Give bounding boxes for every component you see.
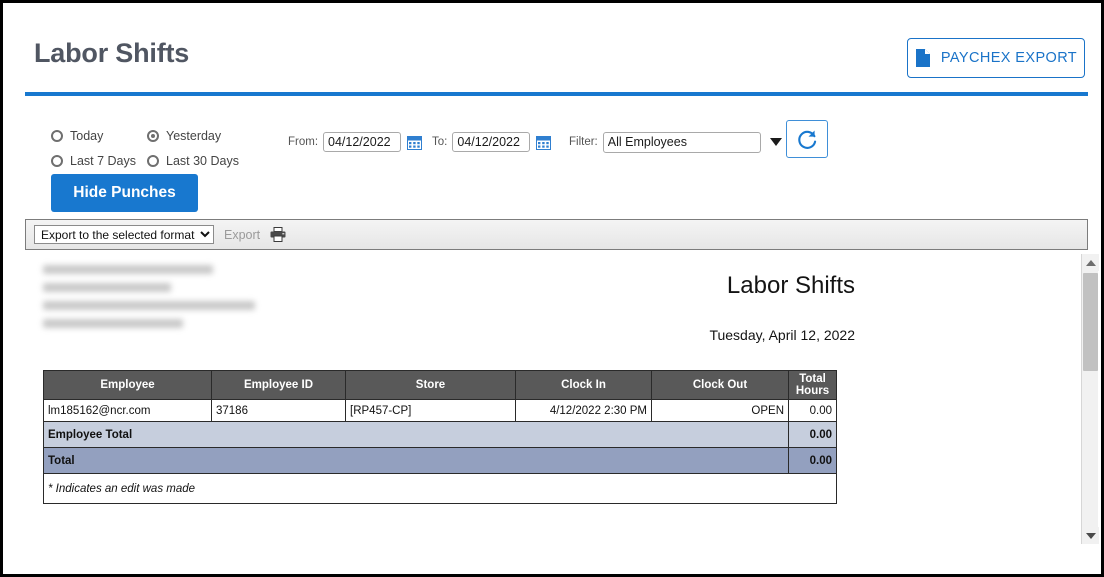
from-date-input[interactable] xyxy=(323,132,402,152)
vertical-scrollbar[interactable] xyxy=(1081,254,1099,544)
employee-total-value: 0.00 xyxy=(788,421,837,448)
total-hours-line-2: Hours xyxy=(795,385,830,397)
employee-total-row: Employee Total 0.00 xyxy=(43,421,837,448)
table-header: Employee Employee ID Store Clock In Cloc… xyxy=(43,370,837,400)
address-line-3 xyxy=(43,301,255,310)
radio-yesterday-icon[interactable] xyxy=(147,129,159,142)
to-date-input[interactable] xyxy=(452,132,531,152)
radio-last-7-days-icon[interactable] xyxy=(51,154,63,167)
scrollbar-thumb[interactable] xyxy=(1083,273,1098,371)
filter-panel: Today Yesterday Last 7 Days Last 30 Days xyxy=(3,99,1101,214)
filter-label: Filter: xyxy=(569,136,598,148)
file-icon xyxy=(915,48,931,68)
radio-row-2: Last 7 Days Last 30 Days xyxy=(51,148,281,173)
refresh-button[interactable] xyxy=(786,120,828,158)
filter-input[interactable] xyxy=(602,131,761,153)
report-viewer: Labor Shifts Tuesday, April 12, 2022 Emp… xyxy=(25,254,1088,544)
grand-total-label: Total xyxy=(43,447,789,474)
hide-punches-button[interactable]: Hide Punches xyxy=(51,174,198,212)
cell-total-hours: 0.00 xyxy=(788,399,837,422)
radio-option-last-7-days[interactable]: Last 7 Days xyxy=(51,154,147,168)
grand-total-row: Total 0.00 xyxy=(43,447,837,474)
radio-today-label: Today xyxy=(70,128,104,143)
export-toolbar: Export to the selected format Export xyxy=(25,219,1088,250)
chevron-up-icon xyxy=(1085,259,1096,266)
refresh-icon xyxy=(797,129,818,150)
radio-last-30-days-icon[interactable] xyxy=(147,154,159,167)
radio-row-1: Today Yesterday xyxy=(51,123,281,148)
scroll-down-arrow[interactable] xyxy=(1082,527,1099,544)
radio-last-30-days-label: Last 30 Days xyxy=(166,153,239,168)
chevron-down-icon[interactable] xyxy=(769,138,782,146)
cell-clock-out: OPEN xyxy=(651,399,789,422)
employee-total-label: Employee Total xyxy=(43,421,789,448)
calendar-icon-to[interactable] xyxy=(530,135,561,150)
cell-store: [RP457-CP] xyxy=(345,399,516,422)
column-header-total-hours: Total Hours xyxy=(788,370,837,400)
to-label: To: xyxy=(432,136,448,148)
date-range-inputs: From: To: xyxy=(288,129,561,155)
radio-last-7-days-label: Last 7 Days xyxy=(70,153,137,168)
table-body: lm185162@ncr.com 37186 [RP457-CP] 4/12/2… xyxy=(43,399,837,504)
column-header-clock-out: Clock Out xyxy=(651,370,789,400)
column-header-employee: Employee xyxy=(43,370,212,400)
calendar-icon-from[interactable] xyxy=(401,135,432,150)
table-header-row: Employee Employee ID Store Clock In Cloc… xyxy=(43,370,837,400)
printer-icon[interactable] xyxy=(270,227,286,242)
cell-clock-in: 4/12/2022 2:30 PM xyxy=(515,399,652,422)
report-date: Tuesday, April 12, 2022 xyxy=(709,327,855,343)
paychex-export-label: PAYCHEX EXPORT xyxy=(940,50,1078,66)
total-hours-line-1: Total xyxy=(799,373,826,385)
scroll-up-arrow[interactable] xyxy=(1082,254,1099,271)
table-row[interactable]: lm185162@ncr.com 37186 [RP457-CP] 4/12/2… xyxy=(43,399,837,422)
cell-employee: lm185162@ncr.com xyxy=(43,399,212,422)
app-window: Labor Shifts PAYCHEX EXPORT Today Yester… xyxy=(0,0,1104,577)
radio-yesterday-label: Yesterday xyxy=(166,128,222,143)
from-label: From: xyxy=(288,136,319,148)
grand-total-value: 0.00 xyxy=(788,447,837,474)
footnote-row: * Indicates an edit was made xyxy=(43,473,837,504)
chevron-down-scroll-icon xyxy=(1085,532,1096,539)
report-title: Labor Shifts xyxy=(726,272,855,299)
header-divider xyxy=(25,92,1088,96)
radio-option-last-30-days[interactable]: Last 30 Days xyxy=(147,154,239,168)
date-range-radio-group: Today Yesterday Last 7 Days Last 30 Days xyxy=(51,123,281,173)
labor-shifts-table: Employee Employee ID Store Clock In Cloc… xyxy=(43,370,837,504)
column-header-employee-id: Employee ID xyxy=(211,370,346,400)
radio-option-today[interactable]: Today xyxy=(51,129,147,143)
paychex-export-button[interactable]: PAYCHEX EXPORT xyxy=(907,38,1085,78)
export-link[interactable]: Export xyxy=(224,228,260,242)
column-header-store: Store xyxy=(345,370,516,400)
employee-filter: Filter: xyxy=(569,129,782,155)
page-title: Labor Shifts xyxy=(34,38,190,68)
footnote-text: * Indicates an edit was made xyxy=(43,473,837,504)
cell-employee-id: 37186 xyxy=(211,399,346,422)
radio-option-yesterday[interactable]: Yesterday xyxy=(147,129,221,143)
export-format-select[interactable]: Export to the selected format xyxy=(34,225,214,244)
column-header-clock-in: Clock In xyxy=(515,370,652,400)
page-header: Labor Shifts PAYCHEX EXPORT xyxy=(3,3,1101,95)
radio-today-icon[interactable] xyxy=(51,129,63,142)
